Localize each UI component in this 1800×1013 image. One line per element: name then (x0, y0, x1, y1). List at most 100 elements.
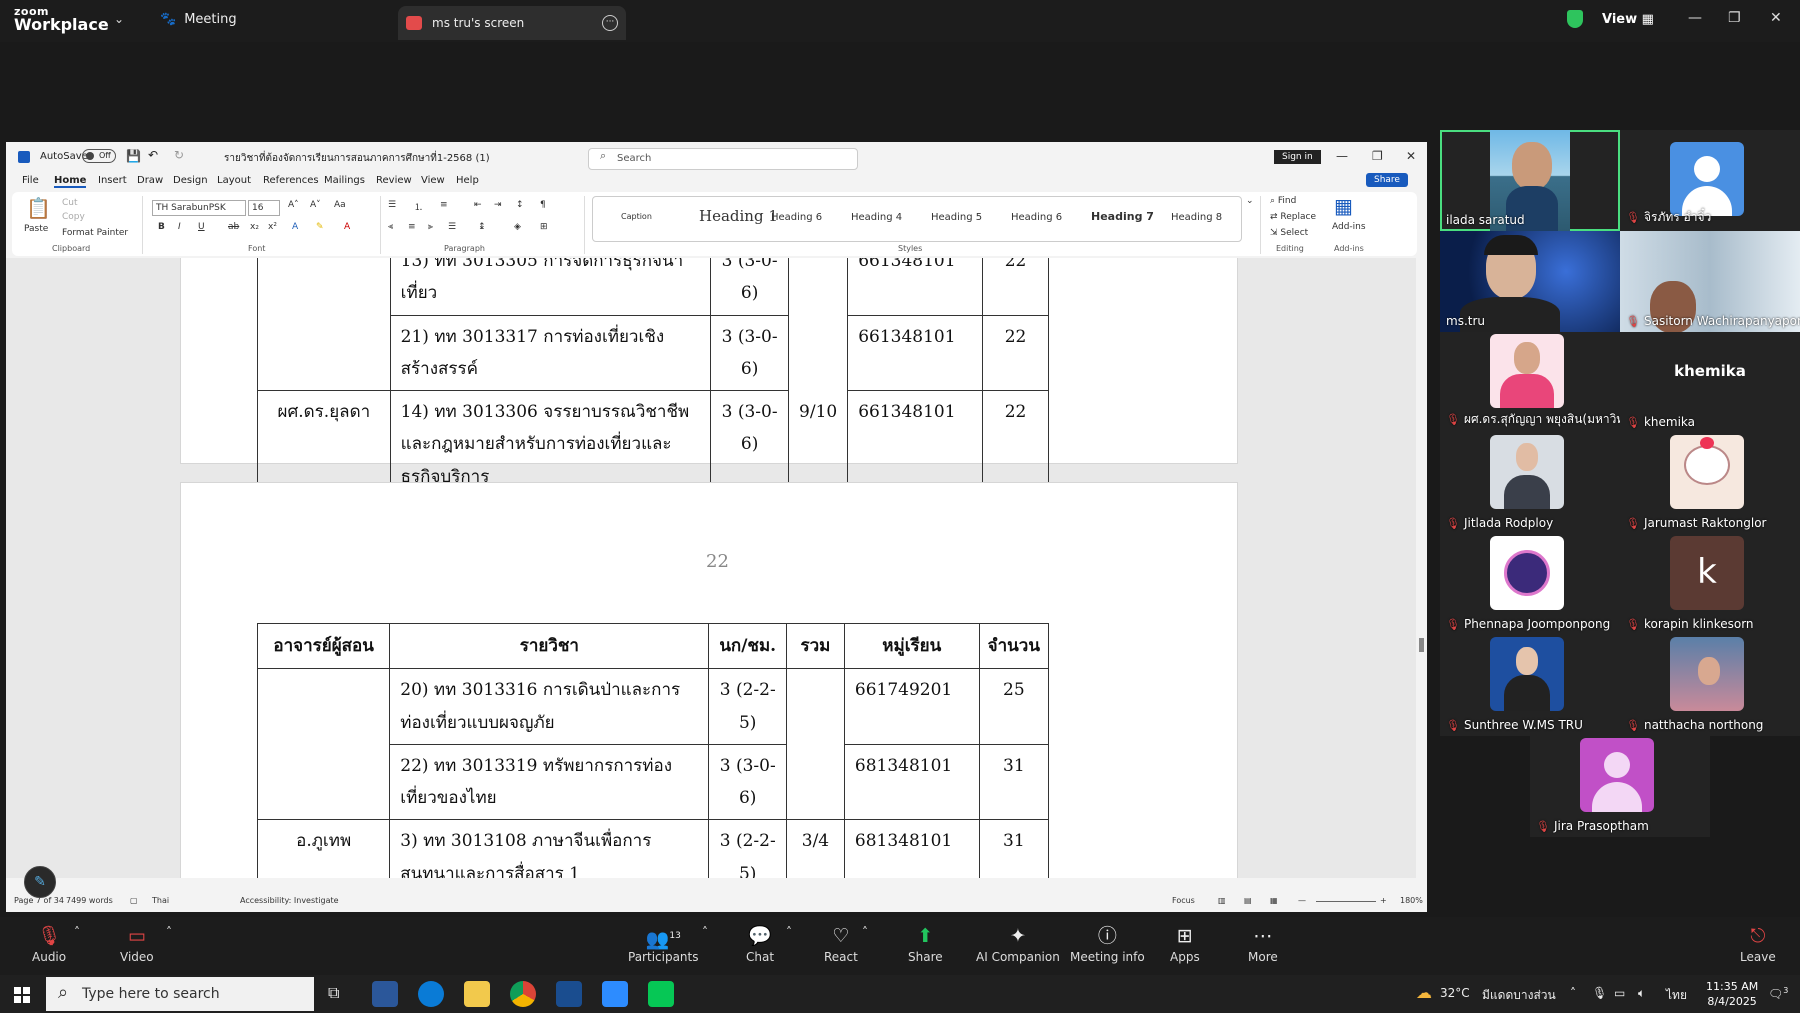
style-heading-1[interactable]: Heading 1 (699, 207, 778, 225)
zoom-slider[interactable] (1316, 901, 1376, 902)
copy-button[interactable]: Copy (62, 212, 85, 222)
language-label[interactable]: Thai (152, 896, 169, 905)
multilevel-list-icon[interactable]: ≡ (440, 200, 448, 210)
align-right-icon[interactable]: ⫸ (428, 222, 433, 232)
align-center-icon[interactable]: ≡ (408, 222, 416, 232)
participant-tile[interactable]: khemika 🎙︎ khemika (1620, 332, 1800, 433)
menu-mailings[interactable]: Mailings (324, 175, 365, 186)
style-caption[interactable]: Caption (621, 212, 652, 221)
vertical-scrollbar[interactable] (1416, 258, 1427, 878)
leave-button[interactable]: ⎋ Leave (1740, 925, 1776, 964)
participant-tile[interactable]: 🎙︎ ผศ.ดร.สุกัญญา พยุงสิน(มหาวิท... (1440, 332, 1620, 433)
numbering-icon[interactable]: ⒈ (414, 200, 423, 213)
participants-button[interactable]: 👥13 Participants (628, 925, 699, 964)
superscript-icon[interactable]: x² (268, 222, 277, 232)
restore-icon[interactable]: ❐ (1728, 10, 1741, 26)
video-options-chevron-icon[interactable]: ˄ (166, 925, 172, 939)
document-canvas[interactable]: 13) ทท 3013305 การจัดการธุรกิจนำเที่ยว 3… (6, 258, 1416, 878)
paste-button[interactable]: Paste (24, 224, 48, 234)
ai-companion-button[interactable]: ✦ AI Companion (976, 925, 1060, 964)
style-heading-4[interactable]: Heading 4 (851, 212, 902, 223)
borders-icon[interactable]: ⊞ (540, 222, 548, 232)
shading-icon[interactable]: ◈ (514, 222, 521, 232)
scrollbar-thumb[interactable] (1419, 638, 1424, 652)
notifications-icon[interactable]: 🗨︎3 (1768, 986, 1788, 1001)
chat-button[interactable]: 💬 Chat (746, 925, 774, 964)
close-icon[interactable]: ✕ (1770, 10, 1782, 26)
menu-help[interactable]: Help (456, 175, 479, 186)
accessibility-status[interactable]: Accessibility: Investigate (240, 896, 339, 905)
more-options-icon[interactable]: ··· (602, 15, 618, 31)
save-icon[interactable]: 💾 (126, 149, 141, 163)
participant-tile[interactable]: 🎙︎ natthacha northong (1620, 635, 1800, 736)
participant-tile[interactable]: 🎙︎ Jitlada Rodploy (1440, 433, 1620, 534)
decrease-indent-icon[interactable]: ⇤ (474, 200, 482, 210)
focus-button[interactable]: Focus (1172, 896, 1195, 905)
audio-options-chevron-icon[interactable]: ˄ (74, 925, 80, 939)
justify-icon[interactable]: ☰ (448, 222, 456, 232)
font-name-select[interactable]: TH SarabunPSK (152, 200, 246, 216)
taskbar-clock[interactable]: 11:35 AM 8/4/2025 (1706, 979, 1758, 1009)
menu-design[interactable]: Design (173, 175, 208, 186)
participants-options-chevron-icon[interactable]: ˄ (702, 925, 708, 939)
meeting-tab[interactable]: 🐾 Meeting (160, 12, 237, 27)
highlight-icon[interactable]: ✎ (316, 222, 324, 232)
tray-expand-icon[interactable]: ˄ (1570, 986, 1576, 1000)
participant-tile[interactable]: 🎙︎ Phennapa Joomponpong (1440, 534, 1620, 635)
view-button[interactable]: View ▦ (1602, 12, 1654, 27)
more-button[interactable]: ⋯ More (1248, 925, 1278, 964)
chrome-app-icon[interactable] (510, 981, 536, 1007)
style-heading-6[interactable]: Heading 6 (771, 212, 822, 223)
video-button[interactable]: ▭ Video (120, 925, 154, 964)
grow-font-icon[interactable]: A˄ (288, 200, 299, 210)
menu-review[interactable]: Review (376, 175, 412, 186)
replace-button[interactable]: ⇄ Replace (1270, 212, 1316, 222)
bullets-icon[interactable]: ☰ (388, 200, 396, 210)
menu-insert[interactable]: Insert (98, 175, 127, 186)
style-heading-8[interactable]: Heading 8 (1171, 212, 1222, 223)
find-button[interactable]: ⌕ Find (1270, 196, 1296, 206)
file-explorer-icon[interactable] (464, 981, 490, 1007)
format-painter-button[interactable]: Format Painter (62, 228, 128, 238)
increase-indent-icon[interactable]: ⇥ (494, 200, 502, 210)
weather-description[interactable]: มีแดดบางส่วน (1482, 986, 1556, 1005)
minimize-icon[interactable]: — (1688, 10, 1702, 26)
sort-icon[interactable]: ↕ (516, 200, 524, 210)
weather-temp[interactable]: 32°C (1440, 986, 1470, 1000)
italic-icon[interactable]: I (178, 222, 181, 232)
participant-tile[interactable]: 🎙︎ Jarumast Raktonglor (1620, 433, 1800, 534)
underline-icon[interactable]: U (198, 222, 205, 232)
font-size-select[interactable]: 16 (248, 200, 280, 216)
style-heading-7[interactable]: Heading 7 (1091, 210, 1154, 223)
font-color-icon[interactable]: A (344, 222, 350, 232)
apps-button[interactable]: ⊞ Apps (1170, 925, 1200, 964)
participant-tile[interactable]: ilada saratud (1440, 130, 1620, 231)
chat-options-chevron-icon[interactable]: ˄ (786, 925, 792, 939)
input-language[interactable]: ไทย (1666, 986, 1687, 1005)
store-app-icon[interactable] (556, 981, 582, 1007)
participant-tile[interactable]: k 🎙︎ korapin klinkesorn (1620, 534, 1800, 635)
audio-button[interactable]: 🎙︎ Audio (32, 925, 66, 964)
zoom-in-icon[interactable]: + (1380, 896, 1387, 905)
search-input[interactable]: Search (588, 148, 858, 170)
microphone-tray-icon[interactable]: 🎙︎ (1592, 986, 1607, 1000)
minimize-icon[interactable]: — (1336, 149, 1348, 163)
menu-home[interactable]: Home (54, 175, 87, 188)
participant-tile[interactable]: 🎙︎ Sasitorn Wachirapanyapong (1620, 231, 1800, 332)
word-app-icon[interactable] (372, 981, 398, 1007)
volume-icon[interactable]: 🔈︎ (1638, 986, 1645, 1001)
autosave-toggle[interactable]: Off (82, 149, 116, 163)
windows-start-icon[interactable] (14, 987, 30, 1003)
word-count[interactable]: 7499 words (66, 896, 113, 905)
annotate-pen-icon[interactable]: ✎ (24, 866, 56, 898)
line-spacing-icon[interactable]: ↨ (478, 222, 486, 232)
close-icon[interactable]: ✕ (1406, 149, 1416, 163)
react-button[interactable]: ♡ React (824, 925, 858, 964)
bold-icon[interactable]: B (158, 222, 165, 232)
menu-draw[interactable]: Draw (137, 175, 163, 186)
cut-button[interactable]: Cut (62, 198, 78, 208)
undo-icon[interactable]: ↶ (148, 148, 158, 162)
menu-layout[interactable]: Layout (217, 175, 251, 186)
zoom-level[interactable]: 180% (1400, 896, 1423, 905)
text-effects-icon[interactable]: A (292, 222, 298, 232)
